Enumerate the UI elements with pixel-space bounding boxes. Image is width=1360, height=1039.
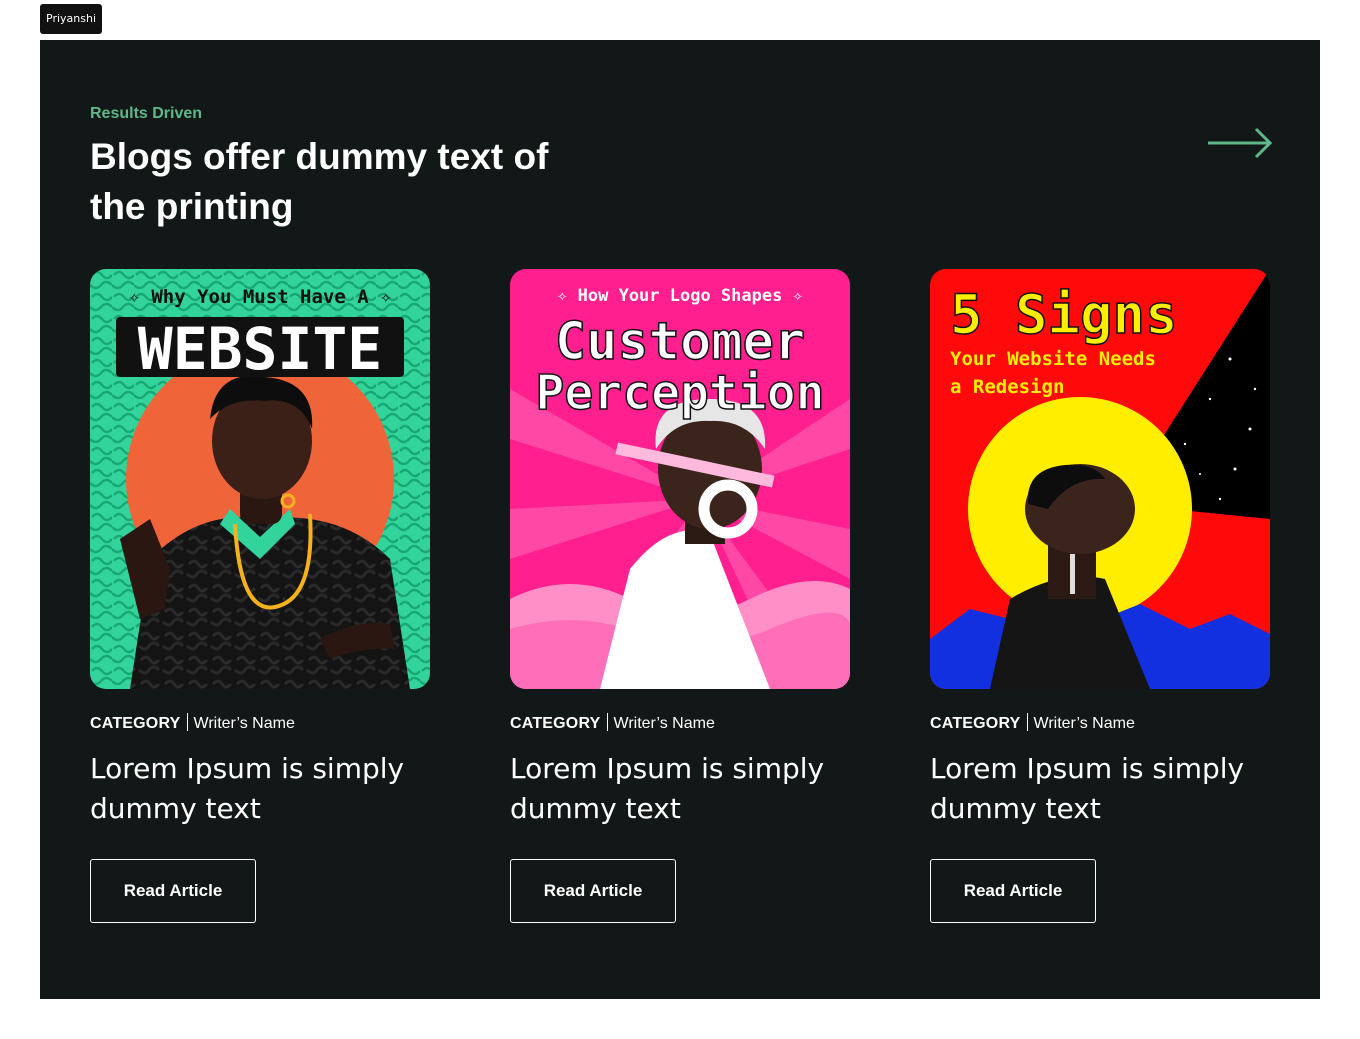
- poster-headline: WEBSITE: [138, 315, 382, 383]
- blog-card: ✧ How Your Logo Shapes ✧ Customer Percep…: [510, 269, 850, 923]
- user-name-tag: Priyanshi: [40, 4, 102, 34]
- meta-divider: [1026, 713, 1028, 731]
- poster-headline: Customer: [555, 312, 805, 372]
- card-meta: CATEGORY Writer’s Name: [930, 713, 1270, 733]
- card-title[interactable]: Lorem Ipsum is simply dummy text: [90, 749, 420, 829]
- read-article-button[interactable]: Read Article: [510, 859, 676, 923]
- meta-divider: [606, 713, 608, 731]
- read-article-button[interactable]: Read Article: [90, 859, 256, 923]
- section-eyebrow: Results Driven: [90, 105, 203, 122]
- read-article-button[interactable]: Read Article: [930, 859, 1096, 923]
- section-heading: Blogs offer dummy text of the printing: [90, 136, 549, 227]
- card-title[interactable]: Lorem Ipsum is simply dummy text: [510, 749, 840, 829]
- next-arrow-button[interactable]: [1206, 126, 1274, 160]
- blog-section: Results Driven Blogs offer dummy text of…: [40, 40, 1320, 999]
- card-category: CATEGORY: [930, 715, 1021, 732]
- meta-divider: [186, 713, 188, 731]
- poster-subhead: Your Website Needs: [950, 348, 1156, 370]
- card-author: Writer’s Name: [1033, 715, 1135, 732]
- card-title[interactable]: Lorem Ipsum is simply dummy text: [930, 749, 1260, 829]
- blog-card-image[interactable]: 5 Signs Your Website Needs a Redesign: [930, 269, 1270, 689]
- card-category: CATEGORY: [90, 715, 181, 732]
- card-author: Writer’s Name: [193, 715, 295, 732]
- poster-kicker: ✧ How Your Logo Shapes ✧: [557, 286, 803, 306]
- card-meta: CATEGORY Writer’s Name: [90, 713, 430, 733]
- blog-card: 5 Signs Your Website Needs a Redesign CA…: [930, 269, 1270, 923]
- blog-card: ✧ Why You Must Have A ✧ WEBSITE CATEGORY…: [90, 269, 430, 923]
- poster-headline: Perception: [536, 365, 825, 421]
- blog-card-image[interactable]: ✧ Why You Must Have A ✧ WEBSITE: [90, 269, 430, 689]
- poster-subhead: a Redesign: [950, 376, 1064, 398]
- card-author: Writer’s Name: [613, 715, 715, 732]
- card-category: CATEGORY: [510, 715, 601, 732]
- poster-kicker: ✧ Why You Must Have A ✧: [128, 286, 392, 308]
- card-meta: CATEGORY Writer’s Name: [510, 713, 850, 733]
- poster-headline: 5 Signs: [950, 283, 1178, 346]
- arrow-right-icon: [1208, 127, 1273, 159]
- blog-card-image[interactable]: ✧ How Your Logo Shapes ✧ Customer Percep…: [510, 269, 850, 689]
